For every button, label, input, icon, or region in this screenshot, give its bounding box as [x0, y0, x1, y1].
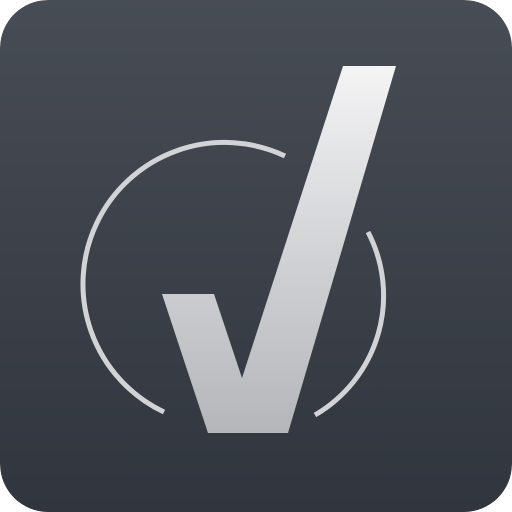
app-icon: [0, 0, 512, 512]
app-icon-graphic: [0, 0, 512, 512]
icon-background: [0, 0, 512, 512]
